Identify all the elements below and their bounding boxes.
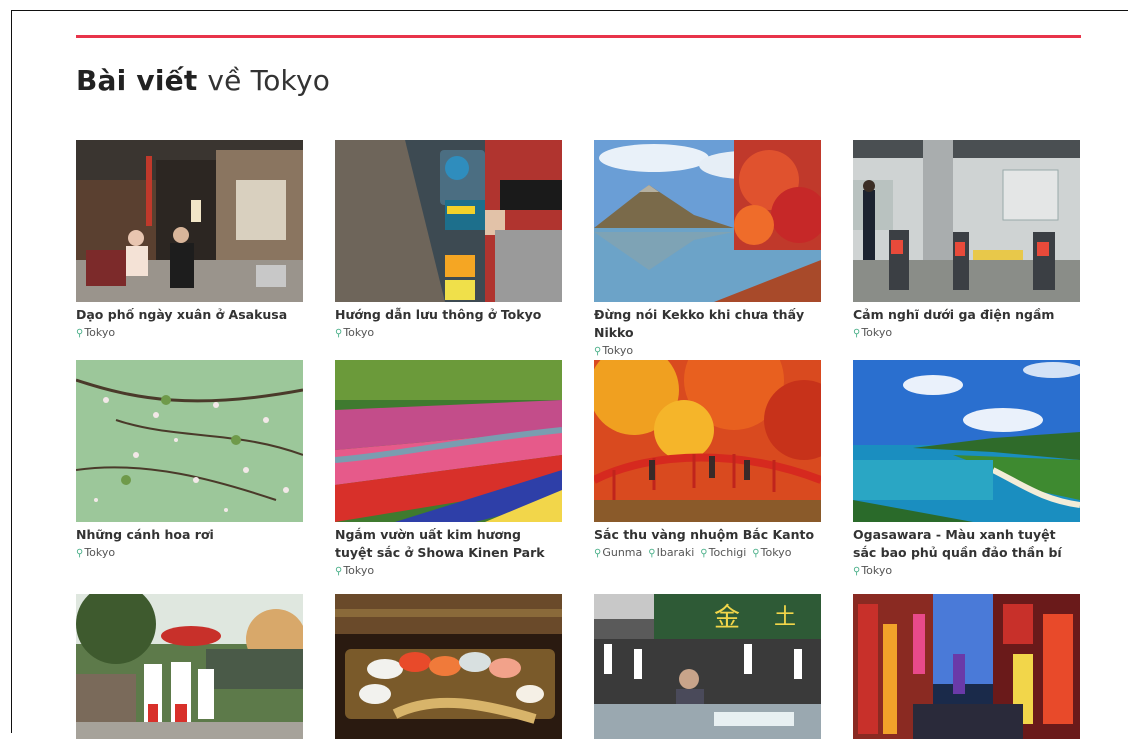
article-card[interactable]: Những cánh hoa rơi ⚲Tokyo [76,360,303,594]
article-thumbnail-neon-street[interactable] [853,594,1080,739]
location-tag[interactable]: ⚲Tochigi [700,546,746,559]
article-card[interactable]: Hướng dẫn lưu thông ở Tokyo ⚲Tokyo [335,140,562,360]
article-card[interactable]: Sắc thu vàng nhuộm Bắc Kanto ⚲Gunma ⚲Ibar… [594,360,821,594]
location-tag-label: Tokyo [861,326,893,339]
article-card[interactable] [76,594,303,739]
page-title-bold: Bài viết [76,64,198,97]
location-tag[interactable]: ⚲Ibaraki [648,546,694,559]
article-thumbnail-nikko[interactable] [594,140,821,302]
location-tag[interactable]: ⚲Tokyo [853,564,892,577]
page-title: Bài viết về Tokyo [76,62,330,100]
article-thumbnail-subway[interactable] [853,140,1080,302]
article-tags: ⚲Tokyo [853,563,1080,580]
article-card[interactable] [335,594,562,739]
map-pin-icon: ⚲ [853,566,861,577]
article-thumbnail-falling-petals[interactable] [76,360,303,522]
article-thumbnail-autumn-kanto[interactable] [594,360,821,522]
location-tag[interactable]: ⚲Tokyo [76,326,115,339]
article-title[interactable]: Ogasawara - Màu xanh tuyệt sắc bao phủ q… [853,526,1080,562]
map-pin-icon: ⚲ [335,328,343,339]
article-card[interactable]: 金 土 [594,594,821,739]
location-tag[interactable]: ⚲Tokyo [335,326,374,339]
article-title[interactable]: Cảm nghĩ dưới ga điện ngầm [853,306,1080,324]
article-tags: ⚲Tokyo [335,563,562,580]
location-tag-label: Tokyo [760,546,792,559]
location-tag-label: Tochigi [708,546,747,559]
location-tag-label: Tokyo [861,564,893,577]
svg-text:金: 金 [714,603,740,633]
location-tag[interactable]: ⚲Tokyo [335,564,374,577]
map-pin-icon: ⚲ [594,548,602,559]
article-tags: ⚲Gunma ⚲Ibaraki ⚲Tochigi ⚲Tokyo [594,545,821,562]
article-card[interactable]: Dạo phố ngày xuân ở Asakusa ⚲Tokyo [76,140,303,355]
map-pin-icon: ⚲ [335,566,343,577]
map-pin-icon: ⚲ [76,328,84,339]
location-tag-label: Tokyo [602,344,634,357]
article-thumbnail-fish-market[interactable]: 金 土 [594,594,821,739]
article-title[interactable]: Sắc thu vàng nhuộm Bắc Kanto [594,526,821,544]
page-title-rest: về Tokyo [207,64,331,97]
article-thumbnail-ogasawara[interactable] [853,360,1080,522]
location-tag[interactable]: ⚲Tokyo [594,344,633,357]
location-tag-label: Tokyo [343,564,375,577]
map-pin-icon: ⚲ [752,548,760,559]
article-card[interactable]: Ngắm vườn uất kim hương tuyệt sắc ở Show… [335,360,562,594]
location-tag-label: Tokyo [343,326,375,339]
location-tag-label: Tokyo [84,326,116,339]
article-grid: Dạo phố ngày xuân ở Asakusa ⚲Tokyo Hướng… [76,140,1080,739]
location-tag[interactable]: ⚲Tokyo [752,546,791,559]
article-card[interactable] [853,594,1080,739]
article-title[interactable]: Ngắm vườn uất kim hương tuyệt sắc ở Show… [335,526,562,562]
map-pin-icon: ⚲ [648,548,656,559]
article-thumbnail-tulip-garden[interactable] [335,360,562,522]
location-tag[interactable]: ⚲Tokyo [853,326,892,339]
article-thumbnail-asakusa[interactable] [76,140,303,302]
article-card[interactable]: Đừng nói Kekko khi chưa thấy Nikko ⚲Toky… [594,140,821,360]
location-tag[interactable]: ⚲Tokyo [76,546,115,559]
article-card[interactable]: Cảm nghĩ dưới ga điện ngầm ⚲Tokyo [853,140,1080,360]
map-pin-icon: ⚲ [700,548,708,559]
map-pin-icon: ⚲ [594,346,602,357]
article-tags: ⚲Tokyo [76,325,303,342]
location-tag-label: Gunma [602,546,643,559]
article-tags: ⚲Tokyo [335,325,562,342]
article-title[interactable]: Hướng dẫn lưu thông ở Tokyo [335,306,562,324]
map-pin-icon: ⚲ [76,548,84,559]
accent-divider [76,35,1081,38]
article-title[interactable]: Đừng nói Kekko khi chưa thấy Nikko [594,306,821,342]
location-tag-label: Tokyo [84,546,116,559]
article-tags: ⚲Tokyo [76,545,303,562]
article-thumbnail-sushi[interactable] [335,594,562,739]
article-title[interactable]: Dạo phố ngày xuân ở Asakusa [76,306,303,324]
article-tags: ⚲Tokyo [594,343,821,360]
article-title[interactable]: Những cánh hoa rơi [76,526,303,544]
location-tag[interactable]: ⚲Gunma [594,546,642,559]
map-pin-icon: ⚲ [853,328,861,339]
location-tag-label: Ibaraki [656,546,695,559]
article-card[interactable]: Ogasawara - Màu xanh tuyệt sắc bao phủ q… [853,360,1080,594]
article-thumbnail-ticket-gate[interactable] [335,140,562,302]
article-thumbnail-shrine-wedding[interactable] [76,594,303,739]
article-tags: ⚲Tokyo [853,325,1080,342]
svg-text:土: 土 [774,605,796,630]
